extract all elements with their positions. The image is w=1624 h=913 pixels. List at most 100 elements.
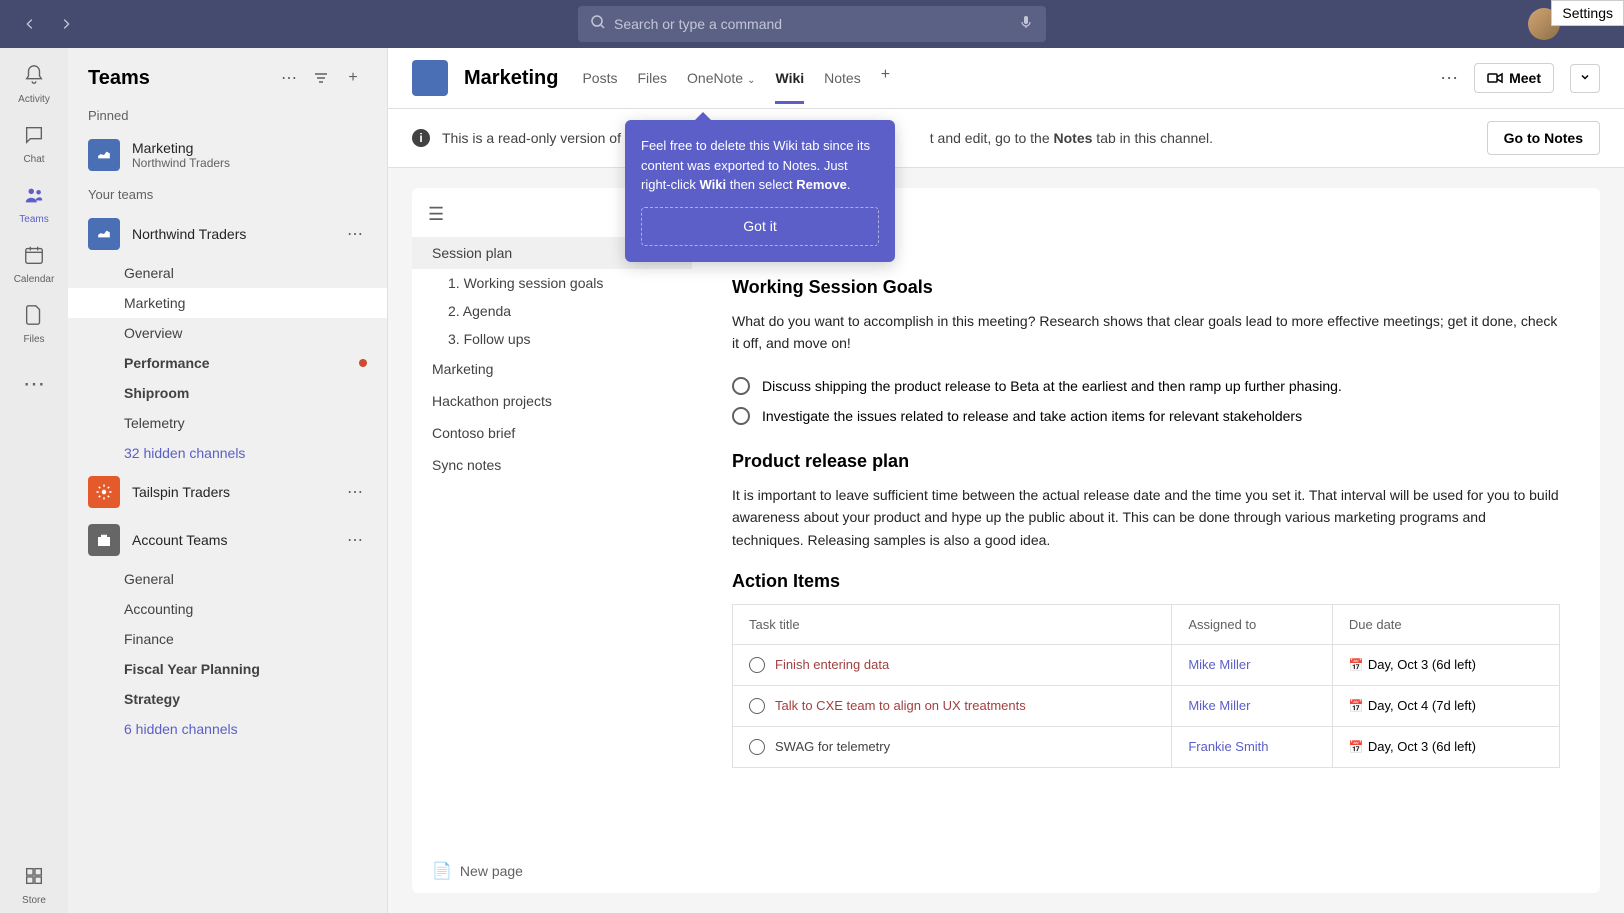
channel-finance[interactable]: Finance <box>68 624 387 654</box>
assignee-link[interactable]: Mike Miller <box>1188 657 1250 672</box>
pinned-team[interactable]: Marketing Northwind Traders <box>68 131 387 179</box>
table-row[interactable]: SWAG for telemetry Frankie Smith 📅Day, O… <box>733 726 1560 767</box>
channel-marketing[interactable]: Marketing <box>68 288 387 318</box>
teams-add-button[interactable]: + <box>339 64 367 92</box>
tab-files[interactable]: Files <box>637 66 667 90</box>
check-circle[interactable] <box>732 407 750 425</box>
forward-button[interactable] <box>52 10 80 38</box>
nav-page-contoso[interactable]: Contoso brief <box>412 417 692 449</box>
rail-label: Chat <box>23 154 44 165</box>
rail-teams[interactable]: Teams <box>6 176 62 232</box>
hidden-channels-link[interactable]: 6 hidden channels <box>68 714 387 744</box>
team-more-button[interactable]: ⋯ <box>343 526 367 554</box>
channel-overview[interactable]: Overview <box>68 318 387 348</box>
rail-files[interactable]: Files <box>6 296 62 352</box>
tab-wiki[interactable]: Wiki <box>775 66 804 90</box>
banner-text: This is a read-only version of xxxxxxxxx… <box>442 130 1475 146</box>
team-name: Marketing <box>132 140 367 156</box>
search-input[interactable] <box>614 16 1010 32</box>
channel-performance[interactable]: Performance <box>68 348 387 378</box>
team-tailspin[interactable]: Tailspin Traders ⋯ <box>68 468 387 516</box>
team-northwind[interactable]: Northwind Traders ⋯ <box>68 210 387 258</box>
section-heading: Product release plan <box>732 451 1560 472</box>
teams-more-button[interactable]: ⋯ <box>275 64 303 92</box>
team-sub: Northwind Traders <box>132 156 367 170</box>
tab-posts[interactable]: Posts <box>582 66 617 90</box>
action-table: Task title Assigned to Due date Finish e… <box>732 604 1560 768</box>
section-heading: Action Items <box>732 571 1560 592</box>
channel-telemetry[interactable]: Telemetry <box>68 408 387 438</box>
team-account[interactable]: Account Teams ⋯ <box>68 516 387 564</box>
team-more-button[interactable]: ⋯ <box>343 478 367 506</box>
check-circle[interactable] <box>732 377 750 395</box>
rail-label: Calendar <box>14 274 55 285</box>
app-rail: Activity Chat Teams Calendar Files <box>0 48 68 913</box>
team-avatar <box>88 218 120 250</box>
goto-notes-button[interactable]: Go to Notes <box>1487 121 1600 155</box>
tab-add-button[interactable]: + <box>881 66 890 90</box>
teams-sidebar: Teams ⋯ + Pinned Marketing Northwind Tra… <box>68 48 388 913</box>
nav-page-marketing[interactable]: Marketing <box>412 353 692 385</box>
nav-page-sync[interactable]: Sync notes <box>412 449 692 481</box>
channel-header: Marketing Posts Files OneNote Wiki Notes… <box>388 48 1624 109</box>
nav-section[interactable]: 1. Working session goals <box>412 269 692 297</box>
rail-label: Store <box>22 895 46 906</box>
assignee-link[interactable]: Frankie Smith <box>1188 739 1268 754</box>
callout-text: Feel free to delete this Wiki tab since … <box>641 136 879 195</box>
check-item[interactable]: Discuss shipping the product release to … <box>732 371 1560 401</box>
task-circle[interactable] <box>749 739 765 755</box>
meet-dropdown[interactable] <box>1570 64 1600 93</box>
pinned-label: Pinned <box>68 100 387 131</box>
wiki-nav: ☰ Session plan 1. Working session goals … <box>412 188 692 893</box>
task-circle[interactable] <box>749 698 765 714</box>
channel-avatar <box>412 60 448 96</box>
search-box[interactable] <box>578 6 1046 42</box>
nav-section[interactable]: 2. Agenda <box>412 297 692 325</box>
rail-more[interactable]: ⋯ <box>6 356 62 412</box>
new-page-icon: 📄 <box>432 861 452 881</box>
search-icon <box>590 14 606 35</box>
rail-calendar[interactable]: Calendar <box>6 236 62 292</box>
teams-filter-button[interactable] <box>307 64 335 92</box>
check-item[interactable]: Investigate the issues related to releas… <box>732 401 1560 431</box>
channel-strategy[interactable]: Strategy <box>68 684 387 714</box>
teams-title: Teams <box>88 67 271 90</box>
chat-icon <box>23 124 45 152</box>
hidden-channels-link[interactable]: 32 hidden channels <box>68 438 387 468</box>
tab-onenote[interactable]: OneNote <box>687 66 755 90</box>
channel-shiproom[interactable]: Shiproom <box>68 378 387 408</box>
table-row[interactable]: Finish entering data Mike Miller 📅Day, O… <box>733 644 1560 685</box>
col-assigned: Assigned to <box>1172 604 1333 644</box>
rail-activity[interactable]: Activity <box>6 56 62 112</box>
channel-more-button[interactable]: ⋯ <box>1440 68 1458 89</box>
task-circle[interactable] <box>749 657 765 673</box>
nav-page-hackathon[interactable]: Hackathon projects <box>412 385 692 417</box>
table-row[interactable]: Talk to CXE team to align on UX treatmen… <box>733 685 1560 726</box>
video-icon <box>1487 70 1503 86</box>
rail-store[interactable]: Store <box>6 857 62 913</box>
team-avatar <box>88 139 120 171</box>
content-area: Marketing Posts Files OneNote Wiki Notes… <box>388 48 1624 913</box>
channel-general[interactable]: General <box>68 258 387 288</box>
channel-accounting[interactable]: Accounting <box>68 594 387 624</box>
wiki-delete-callout: Feel free to delete this Wiki tab since … <box>625 120 895 262</box>
channel-fiscal[interactable]: Fiscal Year Planning <box>68 654 387 684</box>
nav-section[interactable]: 3. Follow ups <box>412 325 692 353</box>
new-page-button[interactable]: 📄 New page <box>432 861 523 881</box>
team-avatar <box>88 524 120 556</box>
assignee-link[interactable]: Mike Miller <box>1188 698 1250 713</box>
settings-tooltip: Settings <box>1551 0 1624 26</box>
back-button[interactable] <box>16 10 44 38</box>
team-name: Account Teams <box>132 532 331 548</box>
got-it-button[interactable]: Got it <box>641 207 879 246</box>
channel-title: Marketing <box>464 67 558 90</box>
calendar-icon <box>23 244 45 272</box>
section-heading: Working Session Goals <box>732 277 1560 298</box>
meet-button[interactable]: Meet <box>1474 63 1554 93</box>
rail-chat[interactable]: Chat <box>6 116 62 172</box>
channel-general[interactable]: General <box>68 564 387 594</box>
tab-notes[interactable]: Notes <box>824 66 861 90</box>
team-more-button[interactable]: ⋯ <box>343 220 367 248</box>
mic-icon[interactable] <box>1018 14 1034 35</box>
bell-icon <box>23 64 45 92</box>
